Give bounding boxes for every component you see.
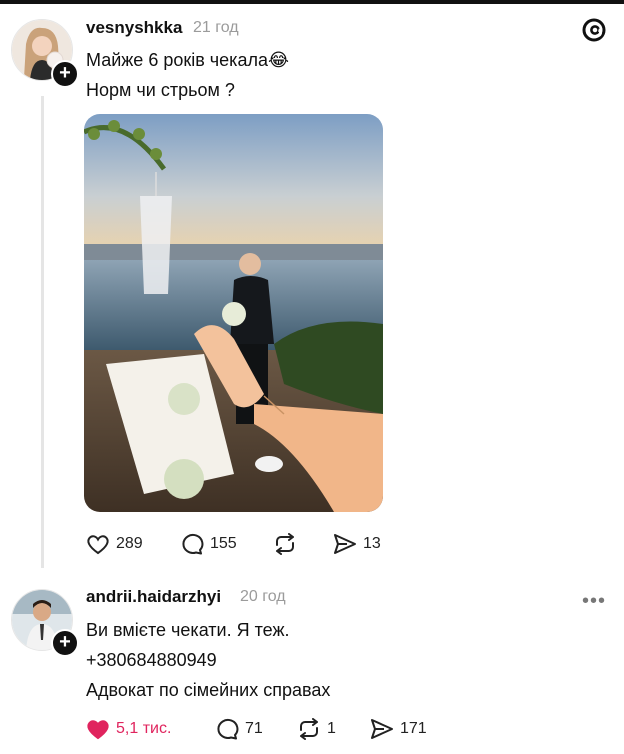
post-like-action[interactable]: 289 — [86, 533, 143, 555]
post-share-action[interactable]: 13 — [333, 533, 381, 555]
post-comment-count: 155 — [210, 535, 237, 552]
proposal-photo-image — [84, 114, 383, 512]
more-icon[interactable]: ••• — [582, 590, 606, 613]
reply-share-action[interactable]: 171 — [370, 718, 427, 740]
thread-line — [41, 96, 44, 568]
reply-repost-count: 1 — [327, 720, 336, 737]
reply-username[interactable]: andrii.haidarzhyi — [86, 587, 221, 607]
laughing-emoji: 😂 — [267, 50, 290, 70]
post-text: Майже 6 років чекала — [86, 50, 268, 70]
post-comment-action[interactable]: 155 — [180, 533, 237, 555]
reply-share-count: 171 — [400, 720, 427, 737]
heart-filled-icon — [87, 720, 109, 740]
heart-icon — [87, 535, 109, 555]
threads-logo-icon[interactable] — [581, 17, 607, 43]
repost-icon — [276, 533, 294, 555]
top-border — [0, 0, 624, 4]
post-repost-action[interactable] — [273, 533, 303, 555]
reply-repost-action[interactable]: 1 — [297, 718, 336, 740]
post-photo[interactable] — [84, 114, 383, 512]
comment-icon — [217, 718, 239, 740]
reply-like-count: 5,1 тис. — [116, 720, 172, 737]
share-icon — [371, 719, 393, 739]
post-text-line1: Майже 6 років чекала😂 — [86, 50, 289, 71]
post-username[interactable]: vesnyshkka — [86, 18, 182, 38]
repost-icon — [300, 718, 318, 740]
reply-text-line1: Ви вмієте чекати. Я теж. — [86, 620, 290, 640]
comment-icon — [182, 533, 204, 555]
post-text-line2: Норм чи стрьом ? — [86, 80, 235, 100]
reply-time: 20 год — [240, 588, 286, 605]
follow-plus-icon[interactable]: + — [51, 60, 79, 88]
post-share-count: 13 — [363, 535, 381, 552]
reply-like-action[interactable]: 5,1 тис. — [86, 718, 171, 740]
reply-text-line3: Адвокат по сімейних справах — [86, 680, 331, 700]
post-time: 21 год — [193, 19, 239, 36]
reply-follow-plus-icon[interactable]: + — [51, 629, 79, 657]
reply-text-line2[interactable]: +380684880949 — [86, 650, 217, 671]
share-icon — [334, 534, 356, 554]
post-like-count: 289 — [116, 535, 143, 552]
reply-comment-action[interactable]: 71 — [215, 718, 263, 740]
reply-comment-count: 71 — [245, 720, 263, 737]
